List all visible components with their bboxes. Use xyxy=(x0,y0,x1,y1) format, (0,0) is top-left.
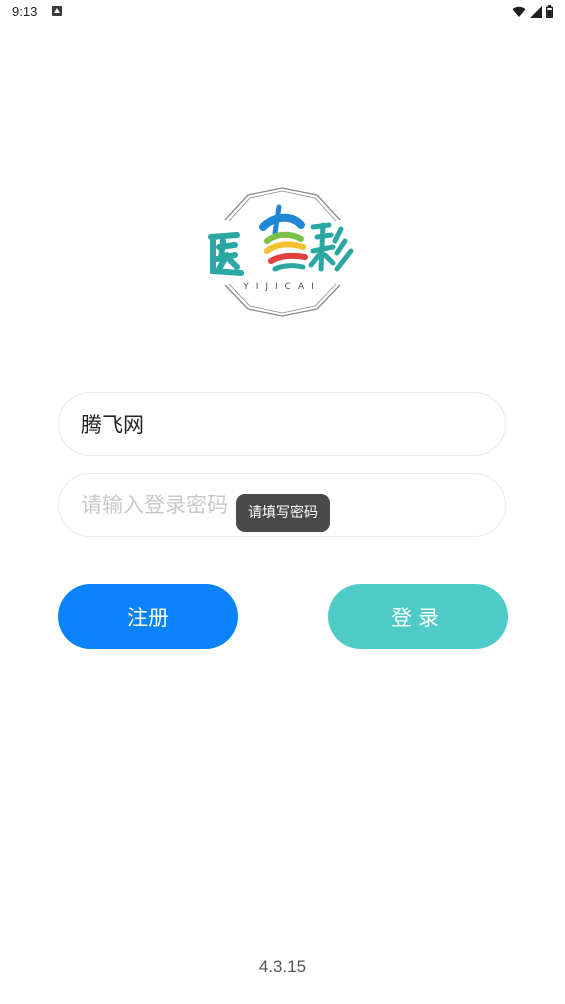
status-time: 9:13 xyxy=(12,4,38,19)
logo-brand-text: YIJICAI xyxy=(242,282,321,292)
toast-message: 请填写密码 xyxy=(236,494,330,532)
username-field[interactable] xyxy=(58,392,506,456)
username-input[interactable] xyxy=(81,393,481,455)
status-icons xyxy=(512,5,553,18)
login-button[interactable]: 登录 xyxy=(328,584,508,649)
battery-icon xyxy=(546,5,553,18)
wifi-icon xyxy=(512,6,526,17)
app-version: 4.3.15 xyxy=(258,957,307,976)
logo-emblem: YIJICAI xyxy=(208,187,354,317)
notification-icon xyxy=(52,6,62,16)
signal-icon xyxy=(530,5,542,18)
app-logo: YIJICAI xyxy=(205,185,360,320)
register-button[interactable]: 注册 xyxy=(58,584,238,649)
status-bar: 9:13 xyxy=(0,0,565,24)
